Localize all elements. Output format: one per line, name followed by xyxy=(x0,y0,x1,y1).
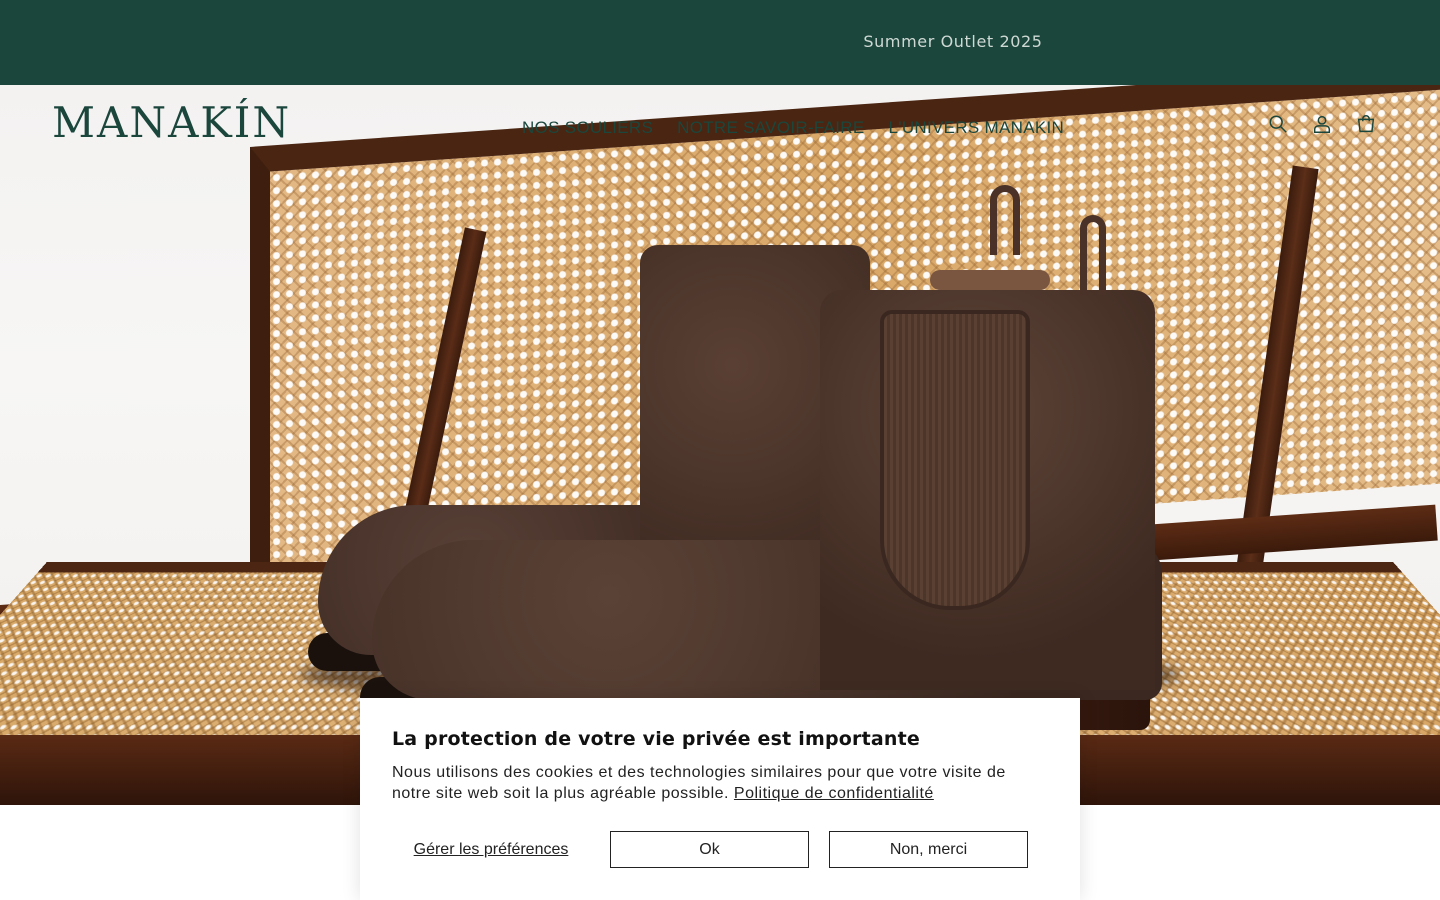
header-icons xyxy=(1266,108,1378,140)
hero-image xyxy=(0,85,1440,805)
cookie-actions: Gérer les préférences Ok Non, merci xyxy=(392,831,1028,868)
cookie-body: Nous utilisons des cookies et des techno… xyxy=(392,762,1042,804)
announcement-bar: Summer Outlet 2025 xyxy=(0,0,1440,85)
boot-pull-tab xyxy=(1080,215,1106,295)
accept-button[interactable]: Ok xyxy=(610,831,809,868)
nav-item-souliers[interactable]: NOS SOULIERS xyxy=(522,115,653,141)
brand-logo[interactable]: MANAKÍN xyxy=(52,98,237,148)
boot-pull-tab xyxy=(990,185,1020,255)
decline-button[interactable]: Non, merci xyxy=(829,831,1028,868)
nav-item-savoir-faire[interactable]: NOTRE SAVOIR-FAIRE xyxy=(677,115,864,141)
privacy-policy-link[interactable]: Politique de confidentialité xyxy=(734,785,934,802)
boot-elastic-panel xyxy=(880,310,1030,610)
cart-icon[interactable] xyxy=(1354,108,1378,140)
boot-collar xyxy=(930,270,1050,290)
main-nav: NOS SOULIERS NOTRE SAVOIR-FAIRE L'UNIVER… xyxy=(522,115,1064,141)
search-icon[interactable] xyxy=(1266,108,1290,140)
account-icon[interactable] xyxy=(1310,108,1334,140)
manage-preferences-button[interactable]: Gérer les préférences xyxy=(392,841,590,859)
cookie-banner: La protection de votre vie privée est im… xyxy=(360,698,1080,900)
nav-item-univers[interactable]: L'UNIVERS MANAKIN xyxy=(889,115,1065,141)
cookie-title: La protection de votre vie privée est im… xyxy=(392,728,1048,750)
announcement-text[interactable]: Summer Outlet 2025 xyxy=(863,32,1042,51)
